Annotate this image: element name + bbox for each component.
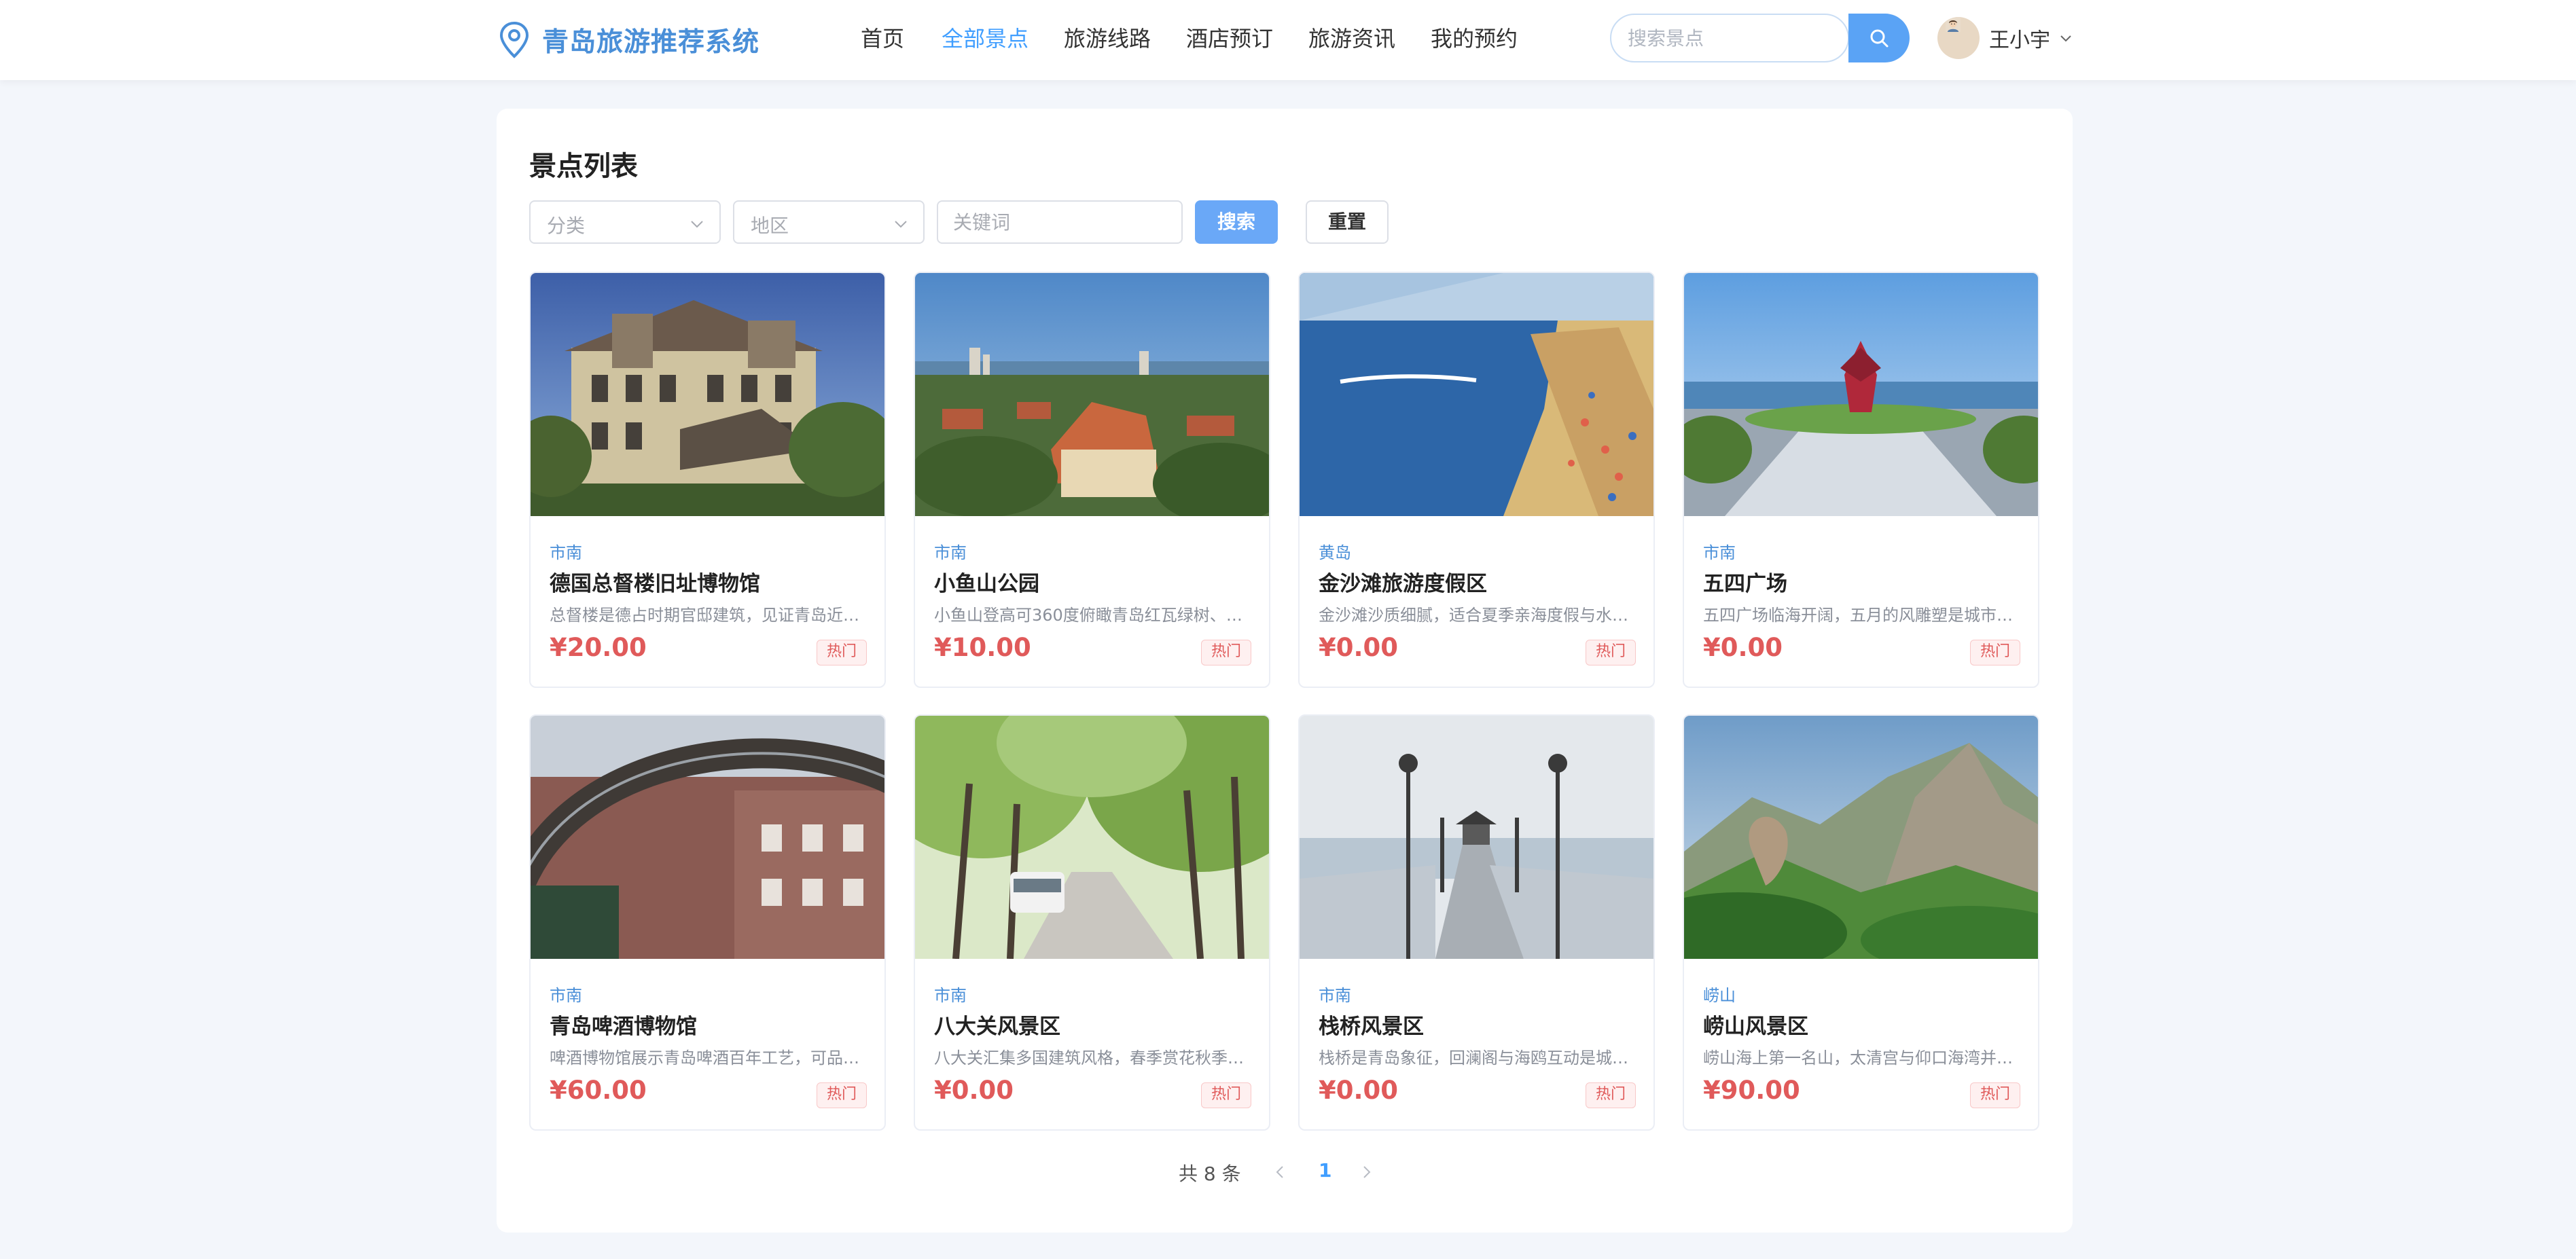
card-title: 青岛啤酒博物馆: [550, 1015, 697, 1039]
hot-badge: 热门: [816, 1082, 867, 1108]
attraction-card[interactable]: 市南 五四广场 五四广场临海开阔，五月的风雕塑是城市地标 ¥0.00 热门: [1683, 272, 2039, 688]
hot-badge: 热门: [1200, 640, 1251, 665]
card-title: 崂山风景区: [1703, 1015, 1808, 1039]
card-description: 小鱼山登高可360度俯瞰青岛红瓦绿树、碧海蓝天: [934, 606, 1253, 625]
card-title: 栈桥风景区: [1319, 1015, 1424, 1039]
card-description: 金沙滩沙质细腻，适合夏季亲海度假与水上运动: [1319, 606, 1638, 625]
hot-badge: 热门: [1585, 640, 1636, 665]
pagination-total: 共 8 条: [1179, 1163, 1241, 1185]
chevron-right-icon[interactable]: [1357, 1163, 1376, 1182]
hot-badge: 热门: [1969, 1082, 2020, 1108]
app-title: 青岛旅游推荐系统: [542, 27, 760, 58]
governor-building-photo: [531, 273, 884, 516]
chevron-down-icon: [2060, 35, 2071, 42]
nav-home[interactable]: 首页: [861, 22, 904, 56]
attraction-card[interactable]: 市南 小鱼山公园 小鱼山登高可360度俯瞰青岛红瓦绿树、碧海蓝天 ¥10.00 …: [914, 272, 1270, 688]
chevron-down-icon: [691, 221, 703, 228]
card-region: 黄岛: [1319, 543, 1351, 562]
hot-badge: 热门: [1585, 1082, 1636, 1108]
chevron-down-icon: [895, 221, 907, 228]
card-price: ¥60.00: [550, 1076, 647, 1105]
nav-all-attractions[interactable]: 全部景点: [942, 22, 1028, 56]
badaguan-photo: [915, 716, 1269, 959]
card-price: ¥0.00: [1319, 633, 1399, 662]
category-placeholder: 分类: [547, 215, 586, 237]
location-pin-icon: [499, 21, 529, 58]
user-menu[interactable]: 王小宇: [1937, 15, 2073, 61]
card-region: 市南: [1703, 543, 1736, 562]
card-description: 八大关汇集多国建筑风格，春季赏花秋季观叶: [934, 1048, 1253, 1068]
hot-badge: 热门: [816, 640, 867, 665]
xiaoyu-hill-photo: [915, 273, 1269, 516]
filter-search-button[interactable]: 搜索: [1195, 200, 1278, 244]
username: 王小宇: [1989, 29, 2050, 52]
laoshan-photo: [1684, 716, 2038, 959]
card-price: ¥20.00: [550, 633, 647, 662]
attraction-card[interactable]: 市南 青岛啤酒博物馆 啤酒博物馆展示青岛啤酒百年工艺，可品尝原浆 ¥60.00 …: [529, 714, 886, 1131]
page-title: 景点列表: [529, 151, 638, 182]
search-icon: [1870, 29, 1889, 48]
golden-beach-photo: [1300, 273, 1653, 516]
keyword-input[interactable]: [937, 200, 1183, 244]
card-title: 五四广场: [1703, 572, 1787, 596]
zhanqiao-pier-photo: [1300, 716, 1653, 959]
card-region: 崂山: [1703, 986, 1736, 1005]
card-description: 啤酒博物馆展示青岛啤酒百年工艺，可品尝原浆: [550, 1048, 869, 1068]
card-price: ¥0.00: [934, 1076, 1014, 1105]
category-select[interactable]: 分类: [529, 200, 721, 244]
top-header: 青岛旅游推荐系统 首页 全部景点 旅游线路 酒店预订 旅游资讯 我的预约 王小宇: [0, 0, 2576, 80]
attraction-card[interactable]: 市南 栈桥风景区 栈桥是青岛象征，回澜阁与海鸥互动是城市名片 ¥0.00 热门: [1298, 714, 1655, 1131]
card-region: 市南: [1319, 986, 1351, 1005]
attractions-panel: 景点列表 分类 地区 搜索 重置: [497, 109, 2073, 1233]
may-fourth-square-photo: [1684, 273, 2038, 516]
nav-travel-news[interactable]: 旅游资讯: [1308, 22, 1395, 56]
nav-travel-routes[interactable]: 旅游线路: [1064, 22, 1151, 56]
card-description: 五四广场临海开阔，五月的风雕塑是城市地标: [1703, 606, 2022, 625]
card-price: ¥0.00: [1319, 1076, 1399, 1105]
card-price: ¥0.00: [1703, 633, 1783, 662]
region-select[interactable]: 地区: [733, 200, 925, 244]
card-region: 市南: [550, 543, 582, 562]
attraction-card[interactable]: 市南 八大关风景区 八大关汇集多国建筑风格，春季赏花秋季观叶 ¥0.00 热门: [914, 714, 1270, 1131]
card-title: 德国总督楼旧址博物馆: [550, 572, 760, 596]
card-description: 总督楼是德占时期官邸建筑，见证青岛近代历史: [550, 606, 869, 625]
avatar: [1937, 17, 1980, 59]
card-price: ¥90.00: [1703, 1076, 1800, 1105]
search-button[interactable]: [1848, 14, 1910, 62]
attraction-card[interactable]: 市南 德国总督楼旧址博物馆 总督楼是德占时期官邸建筑，见证青岛近代历史 ¥20.…: [529, 272, 886, 688]
hot-badge: 热门: [1969, 640, 2020, 665]
nav-hotel-booking[interactable]: 酒店预订: [1186, 22, 1273, 56]
card-description: 崂山海上第一名山，太清宫与仰口海湾并称胜景: [1703, 1048, 2022, 1068]
hot-badge: 热门: [1200, 1082, 1251, 1108]
card-title: 八大关风景区: [934, 1015, 1060, 1039]
nav-my-bookings[interactable]: 我的预约: [1431, 22, 1518, 56]
region-placeholder: 地区: [751, 215, 789, 237]
card-description: 栈桥是青岛象征，回澜阁与海鸥互动是城市名片: [1319, 1048, 1638, 1068]
attraction-card[interactable]: 崂山 崂山风景区 崂山海上第一名山，太清宫与仰口海湾并称胜景 ¥90.00 热门: [1683, 714, 2039, 1131]
card-price: ¥10.00: [934, 633, 1031, 662]
app-logo[interactable]: 青岛旅游推荐系统: [499, 19, 759, 61]
card-region: 市南: [934, 986, 967, 1005]
card-region: 市南: [934, 543, 967, 562]
beer-museum-photo: [531, 716, 884, 959]
search-input[interactable]: [1611, 15, 1791, 61]
filter-reset-button[interactable]: 重置: [1306, 200, 1389, 244]
card-region: 市南: [550, 986, 582, 1005]
header-search: [1610, 14, 1849, 62]
card-title: 金沙滩旅游度假区: [1319, 572, 1487, 596]
attraction-card[interactable]: 黄岛 金沙滩旅游度假区 金沙滩沙质细腻，适合夏季亲海度假与水上运动 ¥0.00 …: [1298, 272, 1655, 688]
chevron-left-icon[interactable]: [1271, 1163, 1290, 1182]
pagination-page-current[interactable]: 1: [1319, 1159, 1331, 1182]
card-title: 小鱼山公园: [934, 572, 1039, 596]
